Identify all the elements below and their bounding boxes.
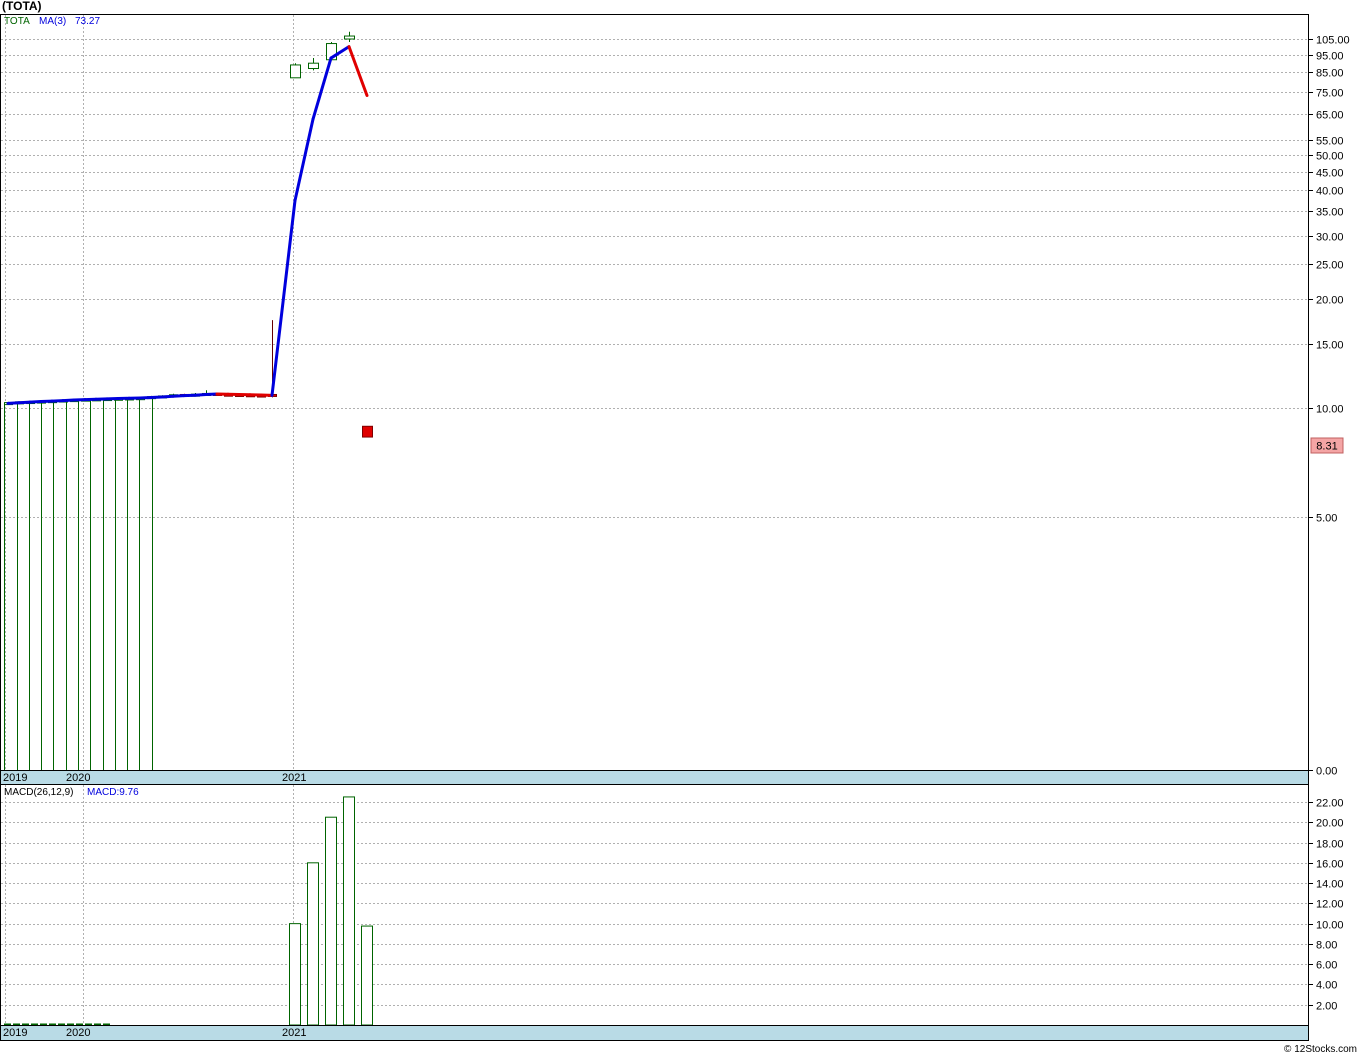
macd-tick-label: 22.00 [1316, 798, 1344, 810]
macd-bar [325, 816, 337, 1026]
macd-bar [103, 1023, 110, 1026]
price-date-label: 2021 [282, 772, 306, 784]
chart-title: (TOTA) [2, 0, 42, 13]
price-date-label: 2019 [3, 772, 27, 784]
ma3-segment [6, 401, 21, 405]
ma3-segment [17, 400, 32, 405]
ma3-segment [61, 398, 76, 403]
price-tick-label: 95.00 [1316, 51, 1344, 63]
macd-legend-value: MACD:9.76 [87, 787, 139, 798]
candle-body [362, 425, 373, 438]
macd-tick-label: 12.00 [1316, 899, 1344, 911]
macd-bar [22, 1023, 29, 1026]
macd-bar [13, 1023, 20, 1026]
macd-tick-label: 16.00 [1316, 859, 1344, 871]
price-tick-label: 105.00 [1316, 35, 1350, 47]
macd-bar [49, 1023, 56, 1026]
macd-bar [76, 1023, 83, 1026]
macd-bar [361, 925, 373, 1026]
ma3-segment [193, 392, 208, 397]
macd-bar [307, 862, 319, 1026]
price-tick-label: 15.00 [1316, 340, 1344, 352]
ma3-segment [28, 400, 43, 404]
legend-ma-label: MA(3) [39, 16, 66, 27]
macd-date-axis [1, 1025, 1308, 1040]
macd-bar [4, 1023, 11, 1026]
ma3-segment [171, 394, 186, 398]
macd-date-label: 2020 [66, 1027, 90, 1039]
macd-bar [85, 1023, 92, 1026]
price-tick-label: 5.00 [1316, 513, 1337, 525]
macd-bar [58, 1023, 65, 1026]
price-tick-label: 50.00 [1316, 151, 1344, 163]
macd-bar [94, 1023, 101, 1026]
macd-tick-label: 10.00 [1316, 920, 1344, 932]
macd-tick-label: 4.00 [1316, 980, 1337, 992]
price-tick-label: 10.00 [1316, 404, 1344, 416]
macd-bar [31, 1023, 38, 1026]
price-date-axis [1, 770, 1308, 784]
macd-bar [40, 1023, 47, 1026]
macd-tick-label: 18.00 [1316, 839, 1344, 851]
candle-body [308, 62, 319, 70]
price-tick-label: 25.00 [1316, 260, 1344, 272]
price-tick-label: 75.00 [1316, 88, 1344, 100]
last-price-value: 8.31 [1316, 441, 1337, 453]
ma3-segment [149, 395, 164, 400]
macd-bar [289, 923, 301, 1026]
candle-body [290, 64, 301, 79]
price-tick-label: 85.00 [1316, 68, 1344, 80]
price-tick-label: 55.00 [1316, 136, 1344, 148]
macd-bar [67, 1023, 74, 1026]
price-tick-label: 65.00 [1316, 110, 1344, 122]
legend-ma-value: 73.27 [75, 16, 100, 27]
candle-body [344, 35, 355, 40]
price-tick-label: 20.00 [1316, 295, 1344, 307]
price-date-label: 2020 [66, 772, 90, 784]
legend-symbol: TOTA [4, 16, 30, 27]
macd-bar [343, 796, 355, 1026]
price-tick-label: 0.00 [1316, 766, 1337, 778]
macd-legend-label: MACD(26,12,9) [4, 787, 73, 798]
macd-tick-label: 6.00 [1316, 960, 1337, 972]
macd-tick-label: 20.00 [1316, 818, 1344, 830]
ma3-segment [160, 394, 175, 399]
macd-tick-label: 8.00 [1316, 940, 1337, 952]
macd-tick-label: 14.00 [1316, 879, 1344, 891]
price-tick-label: 40.00 [1316, 186, 1344, 198]
price-tick-label: 45.00 [1316, 168, 1344, 180]
stock-chart: (TOTA) 105.00 95.00 85.00 75.00 65.00 55.00 50… [0, 0, 1360, 1056]
macd-date-label: 2019 [3, 1027, 27, 1039]
copyright: © 12Stocks.com [1284, 1044, 1357, 1055]
price-tick-label: 30.00 [1316, 232, 1344, 244]
price-tick-label: 35.00 [1316, 207, 1344, 219]
macd-date-label: 2021 [282, 1027, 306, 1039]
macd-tick-label: 2.00 [1316, 1001, 1337, 1013]
